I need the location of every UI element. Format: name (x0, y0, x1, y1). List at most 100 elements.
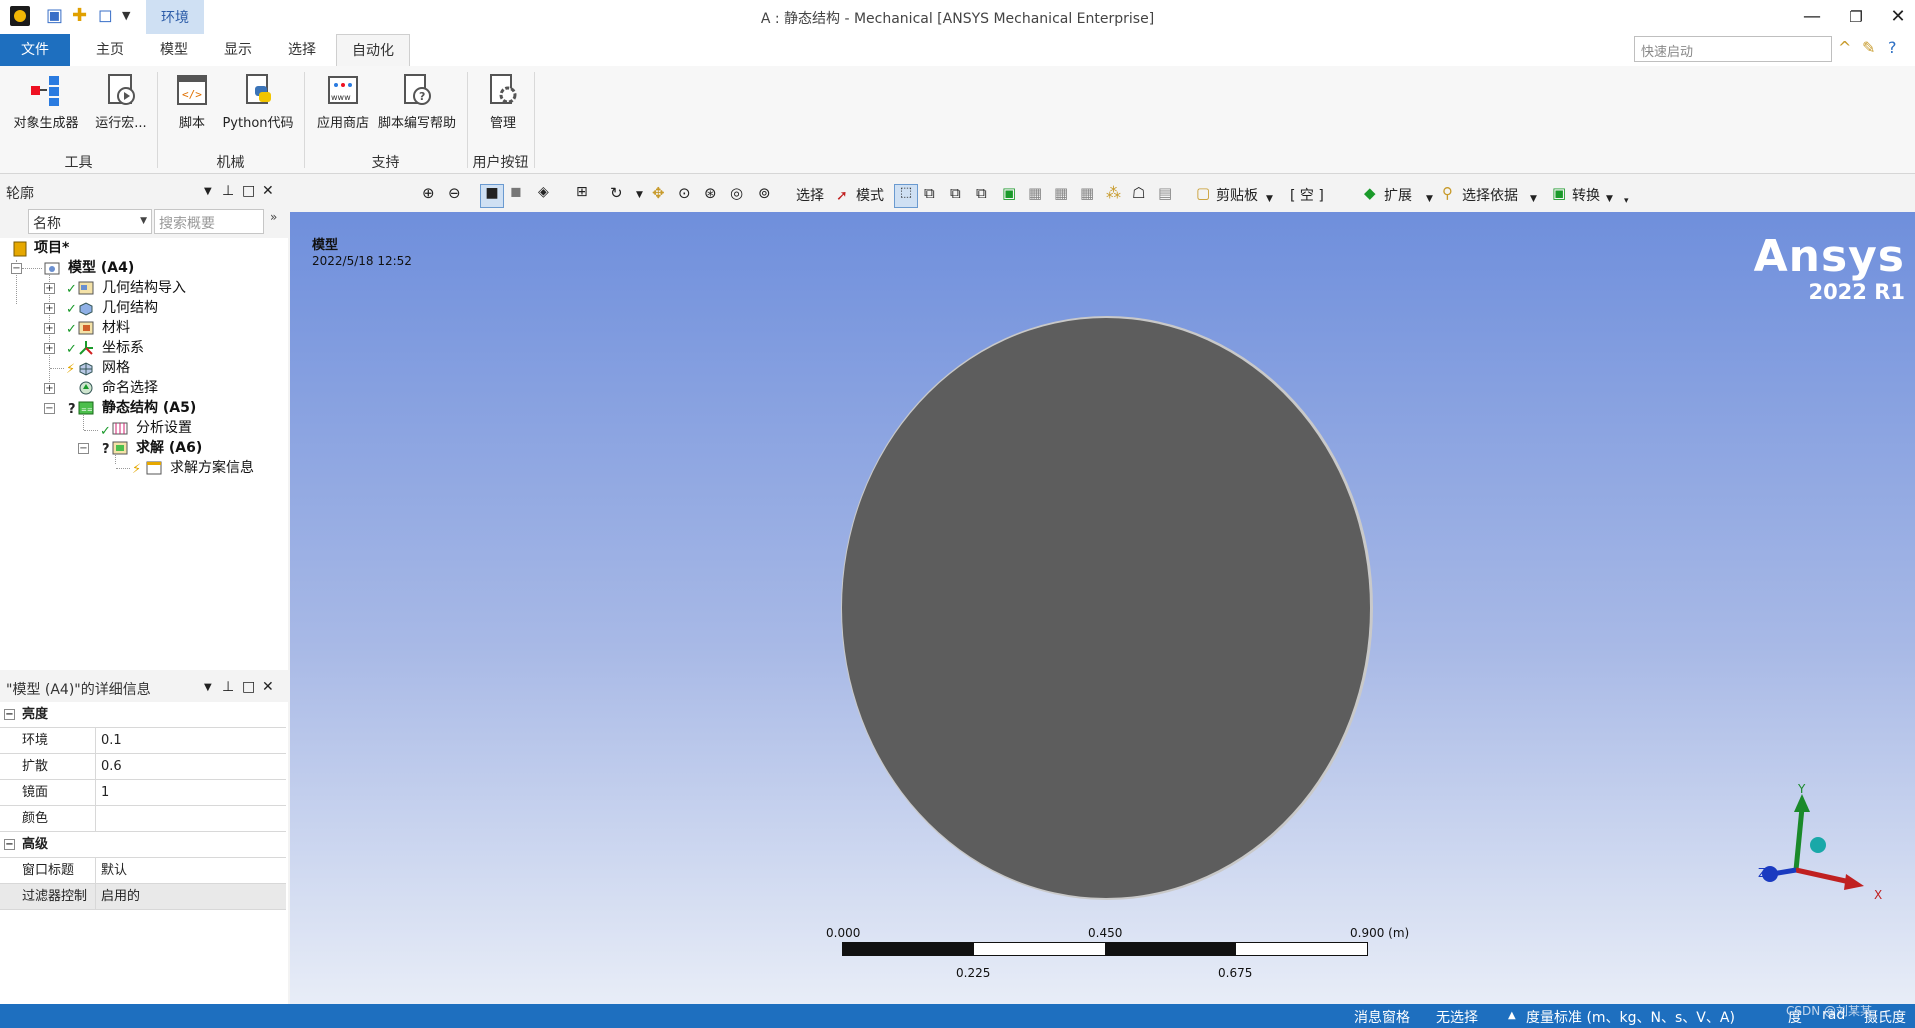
extend-select-icon[interactable]: ⁂ (1106, 184, 1124, 202)
label-icon[interactable]: ▤ (1158, 184, 1176, 202)
toolbar-overflow-icon[interactable]: ▾ (1624, 190, 1629, 212)
select-label[interactable]: 选择 (796, 185, 824, 207)
panel-menu-icon[interactable]: ▼ (204, 682, 212, 693)
chevron-up-icon[interactable]: ▲ (1508, 1010, 1516, 1021)
tree-expand-icon[interactable]: + (44, 343, 55, 354)
select-edge-icon[interactable]: ⧉ (924, 184, 942, 202)
maximize-panel-icon[interactable]: □ (242, 183, 255, 199)
box-zoom-icon[interactable]: ⊞ (576, 184, 594, 202)
shaded-view-icon[interactable]: ■ (480, 184, 504, 208)
select-face-icon[interactable]: ⧉ (950, 184, 968, 202)
python-code-button[interactable]: Python代码 (218, 72, 298, 142)
tree-node-solution[interactable]: 求解 (A6) (136, 438, 202, 458)
scripting-help-button[interactable]: ? 脚本编写帮助 (374, 72, 460, 142)
select-body-icon[interactable]: ⧉ (976, 184, 994, 202)
iso-view-ball-icon[interactable] (1810, 837, 1826, 853)
zoom-icon[interactable]: ⊙ (678, 184, 696, 202)
close-panel-icon[interactable]: ✕ (262, 679, 274, 695)
select-element-face-icon[interactable]: ▦ (1028, 184, 1046, 202)
magnifier-icon[interactable]: ⊚ (758, 184, 776, 202)
maximize-panel-icon[interactable]: □ (242, 679, 255, 695)
tree-node-named-selections[interactable]: 命名选择 (102, 378, 158, 398)
details-row-diffuse[interactable]: 扩散 0.6 (0, 754, 286, 780)
tab-file[interactable]: 文件 (0, 34, 70, 66)
convert-dropdown[interactable]: 转换 (1572, 185, 1600, 207)
extend-dropdown[interactable]: 扩展 (1384, 185, 1412, 207)
collapse-ribbon-icon[interactable]: ^ (1838, 38, 1851, 57)
details-row-color[interactable]: 颜色 (0, 806, 286, 832)
clipboard-icon[interactable]: ▢ (1196, 184, 1214, 202)
tree-node-solution-information[interactable]: 求解方案信息 (170, 458, 254, 478)
tab-display[interactable]: 显示 (208, 34, 268, 66)
select-node-icon[interactable]: ▣ (1002, 184, 1020, 202)
select-mesh-icon[interactable]: ▦ (1080, 184, 1098, 202)
zoom-to-fit-icon[interactable]: ◎ (730, 184, 748, 202)
chevron-down-icon[interactable]: ▼ (1426, 188, 1433, 210)
tree-expand-icon[interactable]: + (44, 303, 55, 314)
restore-button[interactable]: ❐ (1836, 4, 1876, 30)
details-row-specular[interactable]: 镜面 1 (0, 780, 286, 806)
unit-system-dropdown[interactable]: 度量标准 (m、kg、N、s、V、A) (1526, 1007, 1735, 1027)
add-icon[interactable]: ✚ (72, 5, 87, 26)
tab-automation[interactable]: 自动化 (336, 34, 410, 66)
details-row-window-title[interactable]: 窗口标题 默认 (0, 858, 286, 884)
chevron-down-icon[interactable]: ▼ (1530, 188, 1537, 210)
minimize-button[interactable]: — (1792, 4, 1832, 30)
mode-dropdown[interactable]: 模式 (856, 185, 884, 207)
model-disk[interactable] (842, 318, 1370, 898)
panel-menu-icon[interactable]: ▼ (204, 186, 212, 197)
tab-select[interactable]: 选择 (272, 34, 332, 66)
tree-node-static-structural[interactable]: 静态结构 (A5) (102, 398, 196, 418)
convert-icon[interactable]: ▣ (1552, 184, 1570, 202)
chevron-down-icon[interactable]: ▼ (1266, 188, 1273, 210)
tree-collapse-icon[interactable]: − (44, 403, 55, 414)
tree-node-geometry-import[interactable]: 几何结构导入 (102, 278, 186, 298)
select-vertex-icon[interactable]: ⬚ (894, 184, 918, 208)
messages-pane-link[interactable]: 消息窗格 (1354, 1007, 1410, 1027)
details-row-ambient[interactable]: 环境 0.1 (0, 728, 286, 754)
script-button[interactable]: </> 脚本 (166, 72, 218, 142)
tree-expand-icon[interactable]: + (44, 283, 55, 294)
close-panel-icon[interactable]: ✕ (262, 183, 274, 199)
tree-collapse-icon[interactable]: − (78, 443, 89, 454)
save-icon[interactable]: ▣ (46, 5, 63, 26)
select-by-icon[interactable]: ⚲ (1442, 184, 1460, 202)
graphics-options-icon[interactable]: ◈ (538, 184, 556, 202)
tree-node-project[interactable]: 项目* (34, 238, 69, 258)
rotate-icon[interactable]: ↻ (610, 184, 628, 202)
clipboard-dropdown[interactable]: 剪贴板 (1216, 185, 1258, 207)
tree-node-geometry[interactable]: 几何结构 (102, 298, 158, 318)
select-by-dropdown[interactable]: 选择依据 (1462, 185, 1518, 207)
tree-expand-icon[interactable]: + (44, 323, 55, 334)
quick-launch-input[interactable]: 快速启动 (1634, 36, 1832, 62)
object-generator-button[interactable]: 对象生成器 (8, 72, 84, 142)
extend-icon[interactable]: ◆ (1364, 184, 1382, 202)
pan-icon[interactable]: ✥ (652, 184, 670, 202)
outline-search-input[interactable]: 搜索概要 (154, 209, 264, 234)
mode-cursor-icon[interactable]: ➚ (836, 185, 848, 207)
tree-expand-icon[interactable]: + (44, 383, 55, 394)
annotation-icon[interactable]: ☖ (1132, 184, 1150, 202)
window-icon[interactable]: ◻ (98, 5, 113, 26)
zoom-out-icon[interactable]: ⊖ (448, 184, 466, 202)
qat-dropdown-icon[interactable]: ▼ (122, 9, 130, 22)
collapse-category-icon[interactable]: − (4, 839, 15, 850)
graphics-viewport[interactable]: 模型 2022/5/18 12:52 Ansys 2022 R1 0.000 0… (290, 212, 1915, 1004)
zoom-in-icon[interactable]: ⊕ (422, 184, 440, 202)
feedback-icon[interactable]: ✎ (1862, 38, 1875, 57)
pin-icon[interactable]: ⊥ (222, 679, 234, 695)
collapse-category-icon[interactable]: − (4, 709, 15, 720)
tree-collapse-icon[interactable]: − (11, 263, 22, 274)
wireframe-icon[interactable]: ◼ (510, 184, 528, 202)
tree-node-materials[interactable]: 材料 (102, 318, 130, 338)
details-category-advanced[interactable]: − 高级 (0, 832, 286, 858)
chevron-down-icon[interactable]: ▼ (1606, 188, 1613, 210)
tree-node-mesh[interactable]: 网格 (102, 358, 130, 378)
pin-icon[interactable]: ⊥ (222, 183, 234, 199)
tab-model[interactable]: 模型 (144, 34, 204, 66)
run-macro-button[interactable]: 运行宏... (90, 72, 152, 142)
expand-filter-icon[interactable]: » (270, 210, 277, 224)
environment-context-tab[interactable]: 环境 (146, 0, 204, 34)
tree-node-analysis-settings[interactable]: 分析设置 (136, 418, 192, 438)
close-button[interactable]: ✕ (1878, 4, 1915, 30)
